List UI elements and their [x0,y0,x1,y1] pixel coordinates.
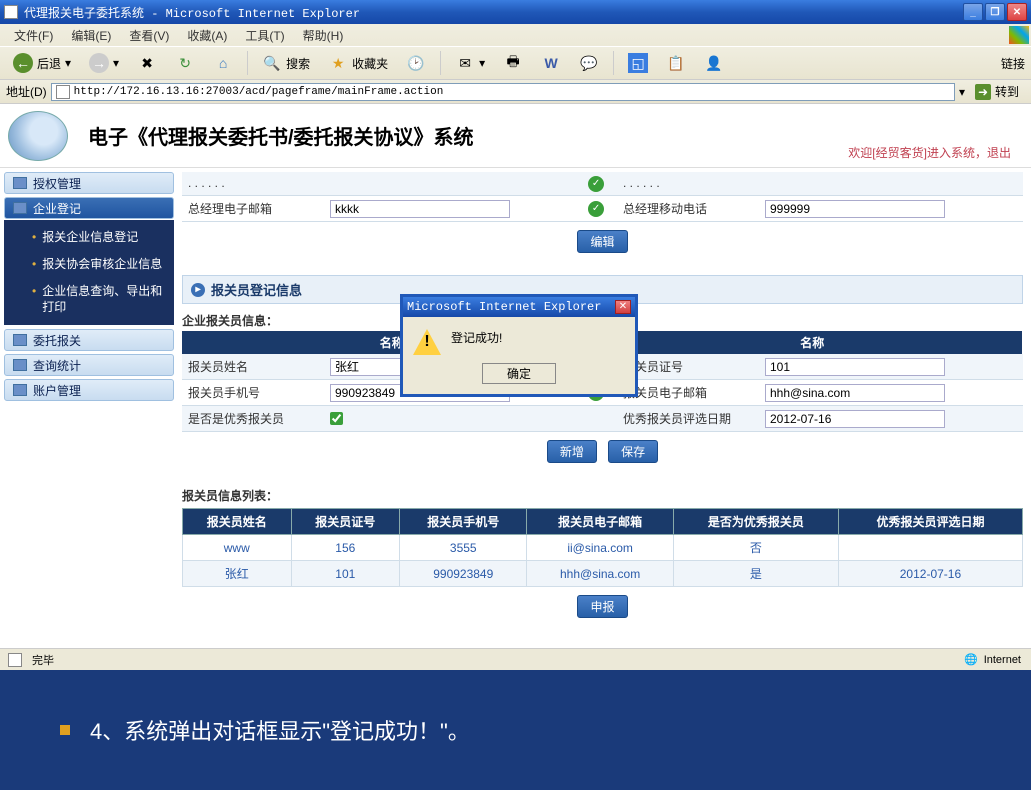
word-icon: W [541,53,561,73]
discuss-button[interactable]: 💬 [572,50,606,76]
forward-button[interactable]: → ▾ [82,50,126,76]
ext2-icon: 📋 [666,53,686,73]
minimize-button[interactable]: _ [963,3,983,21]
menu-help[interactable]: 帮助(H) [295,25,352,46]
chevron-down-icon: ▾ [113,56,119,70]
menubar: 文件(F) 编辑(E) 查看(V) 收藏(A) 工具(T) 帮助(H) [0,24,1031,46]
home-button[interactable]: ⌂ [206,50,240,76]
menu-view[interactable]: 查看(V) [121,25,177,46]
chevron-down-icon: ▾ [65,56,71,70]
go-arrow-icon: ➜ [975,84,991,100]
windows-logo-icon [1009,26,1029,44]
back-icon: ← [13,53,33,73]
stop-button[interactable]: ✖ [130,50,164,76]
dialog-titlebar: Microsoft Internet Explorer ✕ [403,297,635,317]
bullet-icon [60,725,70,735]
dialog-close-button[interactable]: ✕ [615,300,631,314]
chevron-down-icon: ▾ [479,56,485,70]
status-zone: Internet [984,654,1021,666]
page-icon [56,85,70,99]
home-icon: ⌂ [213,53,233,73]
ie-window: 代理报关电子委托系统 - Microsoft Internet Explorer… [0,0,1031,670]
alert-dialog: Microsoft Internet Explorer ✕ ! 登记成功! 确定 [400,294,638,397]
status-text: 完毕 [32,652,54,668]
history-icon: 🕑 [406,53,426,73]
statusbar: 完毕 🌐 Internet [0,648,1031,670]
forward-icon: → [89,53,109,73]
window-title: 代理报关电子委托系统 - Microsoft Internet Explorer [24,4,360,21]
edit-button[interactable]: W [534,50,568,76]
globe-icon: 🌐 [964,653,978,666]
toolbar: ← 后退 ▾ → ▾ ✖ ↻ ⌂ 🔍搜索 ★收藏夹 🕑 ✉▾ 🖶 W 💬 ◱ 📋… [0,46,1031,80]
menu-tools[interactable]: 工具(T) [237,25,292,46]
links-label[interactable]: 链接 [1001,55,1025,72]
mail-button[interactable]: ✉▾ [448,50,492,76]
dialog-message: 登记成功! [451,329,502,346]
slide-caption: 4、系统弹出对话框显示"登记成功！"。 [0,670,1031,790]
favorites-button[interactable]: ★收藏夹 [321,50,395,76]
refresh-icon: ↻ [175,53,195,73]
search-button[interactable]: 🔍搜索 [255,50,317,76]
address-label: 地址(D) [6,83,47,100]
warning-icon: ! [413,329,441,355]
refresh-button[interactable]: ↻ [168,50,202,76]
star-icon: ★ [328,53,348,73]
titlebar: 代理报关电子委托系统 - Microsoft Internet Explorer… [0,0,1031,24]
address-input[interactable]: http://172.16.13.16:27003/acd/pageframe/… [51,83,955,101]
addressbar: 地址(D) http://172.16.13.16:27003/acd/page… [0,80,1031,104]
history-button[interactable]: 🕑 [399,50,433,76]
ext3-icon: 👤 [704,53,724,73]
ext1-button[interactable]: ◱ [621,50,655,76]
page-icon [4,5,18,19]
page-icon [8,653,22,667]
menu-file[interactable]: 文件(F) [6,25,61,46]
back-button[interactable]: ← 后退 ▾ [6,50,78,76]
menu-favorites[interactable]: 收藏(A) [179,25,235,46]
address-dropdown[interactable]: ▾ [959,85,965,99]
mail-icon: ✉ [455,53,475,73]
menu-edit[interactable]: 编辑(E) [63,25,119,46]
ext1-icon: ◱ [628,53,648,73]
browser-body: 电子《代理报关委托书/委托报关协议》系统 欢迎[经贸客货]进入系统，退出 授权管… [0,104,1031,648]
maximize-button[interactable]: ❐ [985,3,1005,21]
close-button[interactable]: ✕ [1007,3,1027,21]
go-button[interactable]: ➜ 转到 [969,83,1025,100]
ext3-button[interactable]: 👤 [697,50,731,76]
search-icon: 🔍 [262,53,282,73]
dialog-overlay: Microsoft Internet Explorer ✕ ! 登记成功! 确定 [0,104,1031,648]
stop-icon: ✖ [137,53,157,73]
print-button[interactable]: 🖶 [496,50,530,76]
discuss-icon: 💬 [579,53,599,73]
ext2-button[interactable]: 📋 [659,50,693,76]
address-url: http://172.16.13.16:27003/acd/pageframe/… [74,86,444,98]
dialog-ok-button[interactable]: 确定 [482,363,556,384]
print-icon: 🖶 [503,53,523,73]
